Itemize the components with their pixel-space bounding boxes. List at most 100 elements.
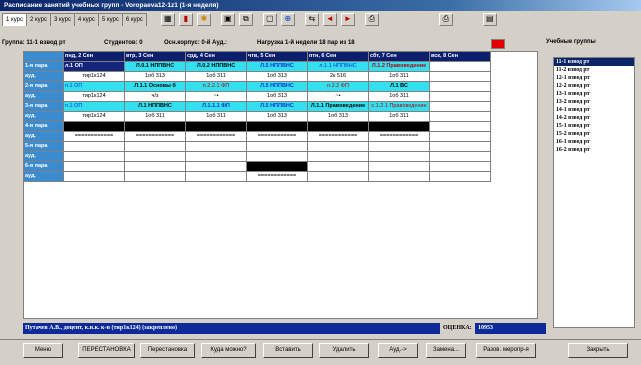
- permutation-upper-button[interactable]: ПЕРЕСТАНОВКА: [78, 343, 135, 358]
- tab-course-1[interactable]: 1 курс: [2, 12, 27, 26]
- tab-course-3[interactable]: 3 курс: [49, 12, 75, 26]
- room-cell[interactable]: ч/з: [124, 91, 186, 102]
- insert-button[interactable]: Вставить: [263, 343, 313, 358]
- schedule-cell[interactable]: Л.5 НППВНС: [246, 81, 308, 92]
- where-possible-button[interactable]: Куда можно?: [201, 343, 256, 358]
- schedule-cell[interactable]: [368, 141, 430, 152]
- room-cell[interactable]: тир1к124: [63, 91, 125, 102]
- room-cell[interactable]: 2к 516: [307, 71, 369, 82]
- doc-icon[interactable]: ▤: [482, 12, 497, 26]
- room-cell[interactable]: [246, 151, 308, 162]
- room-cell[interactable]: [185, 171, 247, 182]
- schedule-cell[interactable]: [368, 161, 430, 172]
- group-item[interactable]: 12-1 взвод рт: [554, 74, 634, 82]
- schedule-cell[interactable]: п.2.2 ФП: [307, 81, 369, 92]
- menu-button[interactable]: Меню: [23, 343, 63, 358]
- replace-button[interactable]: Замена...: [426, 343, 466, 358]
- room-cell[interactable]: ============: [63, 131, 125, 142]
- tab-course-5[interactable]: 5 курс: [97, 12, 123, 26]
- delete-button[interactable]: Удалить: [319, 343, 369, 358]
- group-item[interactable]: 14-2 взвод рт: [554, 114, 634, 122]
- tab-course-2[interactable]: 2 курс: [25, 12, 51, 26]
- group-item[interactable]: 16-2 взвод рт: [554, 146, 634, 154]
- room-cell[interactable]: [368, 171, 430, 182]
- room-cell[interactable]: 1об 313: [307, 111, 369, 122]
- group-item[interactable]: 11-2 взвод рт: [554, 66, 634, 74]
- schedule-cell[interactable]: Л.1.2 Правоведение: [368, 61, 430, 72]
- schedule-cell[interactable]: с.1.2.1 Правоведение: [368, 101, 430, 112]
- schedule-cell[interactable]: [307, 121, 369, 132]
- room-cell[interactable]: [307, 171, 369, 182]
- schedule-cell[interactable]: [185, 161, 247, 172]
- room-cell[interactable]: [429, 111, 491, 122]
- print-icon[interactable]: ⎙: [438, 12, 453, 26]
- room-cell[interactable]: [185, 151, 247, 162]
- schedule-cell[interactable]: [429, 101, 491, 112]
- close-button[interactable]: Закрыть: [568, 343, 628, 358]
- room-cell[interactable]: ~•: [307, 91, 369, 102]
- schedule-cell[interactable]: [185, 121, 247, 132]
- room-cell[interactable]: 1об 313: [246, 91, 308, 102]
- room-cell[interactable]: ============: [124, 131, 186, 142]
- group-item[interactable]: 13-1 взвод рт: [554, 90, 634, 98]
- schedule-cell[interactable]: Л.1.1 Основы б: [124, 81, 186, 92]
- room-cell[interactable]: 1об 313: [124, 71, 186, 82]
- run-icon[interactable]: ✱: [196, 12, 211, 26]
- room-cell[interactable]: ============: [307, 131, 369, 142]
- copy-icon[interactable]: ⧉: [238, 12, 253, 26]
- schedule-cell[interactable]: л.1.1 НППВНС: [307, 61, 369, 72]
- room-cell[interactable]: 1об 311: [368, 91, 430, 102]
- schedule-cell[interactable]: [63, 141, 125, 152]
- room-cell[interactable]: тир1к124: [63, 111, 125, 122]
- schedule-cell[interactable]: [63, 161, 125, 172]
- save-icon[interactable]: ▣: [220, 12, 235, 26]
- room-cell[interactable]: [124, 171, 186, 182]
- schedule-cell[interactable]: [307, 161, 369, 172]
- group-item[interactable]: 15-1 взвод рт: [554, 122, 634, 130]
- room-cell[interactable]: ============: [246, 171, 308, 182]
- schedule-cell[interactable]: Л.1.1 Правоведение: [307, 101, 369, 112]
- room-cell[interactable]: [63, 171, 125, 182]
- room-cell[interactable]: [429, 71, 491, 82]
- step-icon[interactable]: ⇆: [304, 12, 319, 26]
- permutation-button[interactable]: Перестановка: [140, 343, 195, 358]
- room-cell[interactable]: 1об 311: [185, 111, 247, 122]
- schedule-cell[interactable]: [429, 81, 491, 92]
- room-cell[interactable]: тир1к124: [63, 71, 125, 82]
- book-icon[interactable]: ▮: [178, 12, 193, 26]
- schedule-cell[interactable]: [246, 121, 308, 132]
- room-cell[interactable]: [124, 151, 186, 162]
- single-events-button[interactable]: Разов. меропр-я: [476, 343, 536, 358]
- schedule-cell[interactable]: [246, 161, 308, 172]
- schedule-cell[interactable]: п.2.2.1 ФП: [185, 81, 247, 92]
- group-item[interactable]: 14-1 взвод рт: [554, 106, 634, 114]
- room-cell[interactable]: 1об 311: [368, 111, 430, 122]
- schedule-cell[interactable]: [246, 141, 308, 152]
- arrow-right-icon[interactable]: ►: [340, 12, 355, 26]
- room-cell[interactable]: ============: [185, 131, 247, 142]
- room-cell[interactable]: ============: [246, 131, 308, 142]
- room-cell[interactable]: [368, 151, 430, 162]
- group-item[interactable]: 11-1 взвод рт: [554, 58, 634, 66]
- room-cell[interactable]: [429, 151, 491, 162]
- room-forward-button[interactable]: Ауд.->: [378, 343, 418, 358]
- schedule-cell[interactable]: [368, 121, 430, 132]
- schedule-cell[interactable]: [429, 121, 491, 132]
- schedule-cell[interactable]: [429, 61, 491, 72]
- group-item[interactable]: 15-2 взвод рт: [554, 130, 634, 138]
- room-cell[interactable]: 1об 311: [185, 71, 247, 82]
- schedule-cell[interactable]: п.1 ОП: [63, 101, 125, 112]
- schedule-cell[interactable]: Л.5 НППВНС: [246, 101, 308, 112]
- room-cell[interactable]: 1об 313: [246, 71, 308, 82]
- add-circle-icon[interactable]: ⊕: [280, 12, 295, 26]
- schedule-cell[interactable]: [307, 141, 369, 152]
- room-cell[interactable]: ============: [368, 131, 430, 142]
- group-item[interactable]: 16-1 взвод рт: [554, 138, 634, 146]
- room-cell[interactable]: [307, 151, 369, 162]
- group-item[interactable]: 12-2 взвод рт: [554, 82, 634, 90]
- room-cell[interactable]: ~•: [185, 91, 247, 102]
- square-icon[interactable]: ▢: [262, 12, 277, 26]
- room-cell[interactable]: 1об 313: [246, 111, 308, 122]
- schedule-cell[interactable]: п.1 ОП: [63, 81, 125, 92]
- schedule-cell[interactable]: Л.5 НППВНС: [246, 61, 308, 72]
